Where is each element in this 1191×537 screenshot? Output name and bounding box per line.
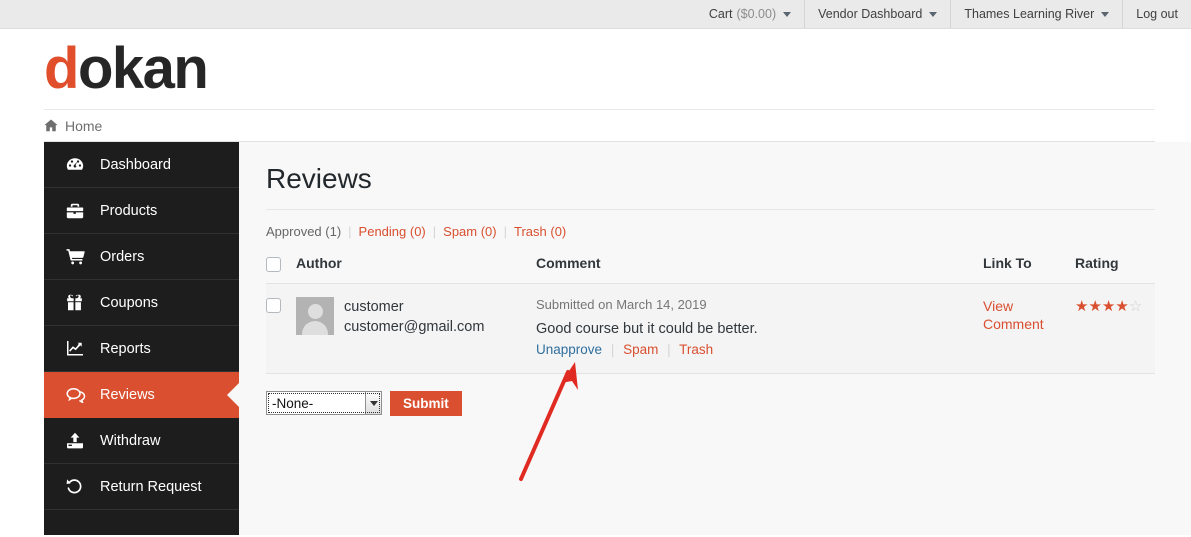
author-email: customer@gmail.com (344, 319, 485, 336)
spam-link[interactable]: Spam (623, 342, 658, 357)
site-header: dokan (0, 29, 1191, 109)
star-filled-icon: ★ (1088, 297, 1102, 315)
chevron-down-icon[interactable] (365, 392, 381, 415)
upload-icon (66, 432, 96, 449)
rating-stars: ★★★★☆ (1075, 297, 1155, 315)
breadcrumb-item-home[interactable]: Home (44, 118, 102, 134)
logo-first-letter: d (44, 36, 79, 101)
row-comment-cell: Submitted on March 14, 2019 Good course … (536, 283, 983, 374)
avatar (296, 296, 334, 335)
topbar-item-cart[interactable]: Cart ($0.00) (696, 0, 804, 28)
sidebar-item-products[interactable]: Products (44, 188, 239, 234)
star-filled-icon: ★ (1101, 297, 1116, 315)
home-icon (44, 119, 58, 132)
breadcrumb-home-label: Home (65, 117, 103, 134)
star-empty-icon: ☆ (1128, 297, 1143, 315)
sidebar-item-coupons[interactable]: Coupons (44, 280, 239, 326)
row-rating-cell: ★★★★☆ (1075, 283, 1155, 374)
filter-approved[interactable]: Approved (1) (266, 224, 341, 239)
submit-button[interactable]: Submit (390, 390, 462, 416)
filter-separator: | (432, 223, 437, 239)
table-row: customer customer@gmail.com Submitted on… (266, 283, 1155, 374)
line-chart-icon (66, 340, 96, 357)
sidebar-label-reports: Reports (100, 340, 151, 357)
topbar-item-site-name[interactable]: Thames Learning River (950, 0, 1122, 28)
page-title: Reviews (266, 163, 1155, 210)
sidebar-label-products: Products (100, 202, 158, 219)
star-filled-icon: ★ (1115, 297, 1129, 315)
topbar-cart-label: Cart (708, 7, 733, 21)
gift-icon (66, 294, 96, 311)
sidebar-item-withdraw[interactable]: Withdraw (44, 418, 239, 464)
admin-topbar: Cart ($0.00) Vendor Dashboard Thames Lea… (0, 0, 1191, 29)
sidebar-item-reviews[interactable]: Reviews (44, 372, 239, 418)
filter-pending[interactable]: Pending (0) (359, 224, 426, 239)
comments-icon (66, 387, 96, 403)
filter-separator: | (348, 223, 352, 239)
column-comment: Comment (536, 254, 983, 284)
briefcase-icon (66, 203, 96, 219)
sidebar-label-return-request: Return Request (100, 478, 202, 495)
sidebar-label-coupons: Coupons (100, 294, 159, 311)
column-rating: Rating (1075, 254, 1155, 284)
topbar-logout-label: Log out (1136, 7, 1178, 21)
comment-text: Good course but it could be better. (536, 320, 758, 337)
sidebar-label-reviews: Reviews (100, 386, 155, 403)
topbar-item-logout[interactable]: Log out (1122, 0, 1191, 28)
row-author-cell: customer customer@gmail.com (296, 283, 536, 374)
row-actions: Unapprove | Spam | Trash (536, 342, 983, 357)
sidebar-gutter (0, 142, 44, 535)
sidebar-item-orders[interactable]: Orders (44, 234, 239, 280)
author-name: customer (344, 298, 404, 315)
dokan-logo[interactable]: dokan (44, 40, 209, 98)
sidebar-item-reports[interactable]: Reports (44, 326, 239, 372)
page-body: Dashboard Products Orders Coupons Report… (0, 142, 1191, 535)
review-status-filters: Approved (1) | Pending (0) | Spam (0) | … (266, 224, 1155, 239)
chevron-down-icon (1101, 11, 1110, 17)
unapprove-link[interactable]: Unapprove (536, 342, 602, 357)
topbar-cart-amount: ($0.00) (736, 7, 777, 21)
breadcrumb: Home (44, 109, 1155, 142)
view-comment-link[interactable]: View Comment (983, 297, 1044, 335)
bulk-action-select[interactable]: -None- (266, 391, 382, 416)
submitted-on: Submitted on March 14, 2019 (536, 296, 707, 312)
topbar-site-name-label: Thames Learning River (964, 7, 1095, 21)
bulk-action-value: -None- (267, 392, 365, 415)
action-separator: | (610, 341, 615, 357)
filter-spam[interactable]: Spam (0) (443, 224, 496, 239)
star-filled-icon: ★ (1075, 297, 1089, 315)
logo-rest: okan (77, 36, 209, 101)
main-content: Reviews Approved (1) | Pending (0) | Spa… (239, 142, 1191, 535)
reviews-table-body: customer customer@gmail.com Submitted on… (266, 283, 1155, 374)
topbar-item-vendor-dashboard[interactable]: Vendor Dashboard (804, 0, 950, 28)
sidebar-label-dashboard: Dashboard (100, 156, 171, 173)
undo-icon (66, 478, 96, 495)
sidebar-item-overflow[interactable] (44, 510, 239, 537)
chevron-down-icon (929, 11, 938, 17)
topbar-vendor-dashboard-label: Vendor Dashboard (818, 7, 923, 21)
sidebar-item-return-request[interactable]: Return Request (44, 464, 239, 510)
column-select-all (266, 254, 296, 284)
row-link-to-cell: View Comment (983, 283, 1075, 374)
column-author: Author (296, 254, 536, 284)
row-select-cell (266, 283, 296, 374)
sidebar-label-withdraw: Withdraw (100, 432, 161, 449)
row-checkbox[interactable] (266, 297, 281, 313)
shopping-cart-icon (66, 248, 96, 265)
column-link-to: Link To (983, 254, 1075, 284)
reviews-table: Author Comment Link To Rating customer c… (266, 254, 1155, 374)
sidebar-item-dashboard[interactable]: Dashboard (44, 142, 239, 188)
speedometer-icon (66, 157, 96, 173)
select-all-checkbox[interactable] (266, 256, 281, 272)
filter-trash[interactable]: Trash (0) (514, 224, 566, 239)
vendor-sidebar: Dashboard Products Orders Coupons Report… (44, 142, 239, 535)
filter-separator: | (503, 223, 508, 239)
action-separator: | (667, 341, 671, 357)
bulk-actions-bar: -None- Submit (266, 390, 1155, 416)
sidebar-label-orders: Orders (100, 248, 145, 265)
trash-link[interactable]: Trash (679, 342, 713, 357)
table-header-row: Author Comment Link To Rating (266, 254, 1155, 284)
reviews-table-head: Author Comment Link To Rating (266, 254, 1155, 284)
chevron-down-icon (783, 11, 792, 17)
